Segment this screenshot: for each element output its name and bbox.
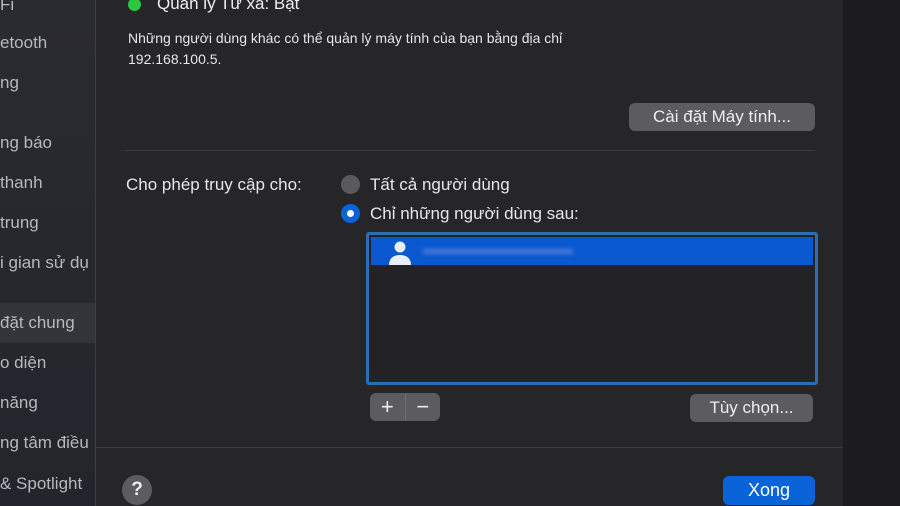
sidebar-item[interactable]: ng báo bbox=[0, 123, 95, 163]
sidebar-item[interactable]: i gian sử dụ bbox=[0, 243, 95, 283]
add-remove-group: + − bbox=[370, 393, 440, 421]
user-name-blurred bbox=[423, 249, 573, 254]
help-button[interactable]: ? bbox=[122, 475, 152, 505]
sidebar-item[interactable]: & Spotlight bbox=[0, 464, 95, 504]
computer-settings-button[interactable]: Cài đặt Máy tính... bbox=[629, 103, 815, 131]
description-line-2: 192.168.100.5. bbox=[128, 51, 222, 67]
sidebar-item[interactable]: etooth bbox=[0, 23, 95, 63]
user-list[interactable] bbox=[366, 232, 818, 385]
sidebar-item[interactable]: đặt chung bbox=[0, 303, 95, 343]
sidebar-item[interactable]: ng bbox=[0, 63, 95, 103]
sidebar-item[interactable]: trung bbox=[0, 203, 95, 243]
footer-divider bbox=[96, 447, 843, 448]
sidebar-item[interactable]: Fi bbox=[0, 0, 95, 25]
radio-all-users-label[interactable]: Tất cả người dùng bbox=[370, 175, 510, 195]
radio-all-users[interactable] bbox=[341, 175, 360, 194]
status-description: Những người dùng khác có thể quản lý máy… bbox=[128, 28, 562, 70]
done-button[interactable]: Xong bbox=[723, 476, 815, 505]
radio-only-these-users[interactable] bbox=[341, 204, 360, 223]
sidebar-item[interactable]: thanh bbox=[0, 163, 95, 203]
sidebar: Fi etooth ng ng báo thanh trung i gian sử dụ đ… bbox=[0, 0, 95, 506]
sidebar-item[interactable]: o diện bbox=[0, 343, 95, 383]
user-icon bbox=[389, 241, 411, 265]
user-list-row-selected[interactable] bbox=[371, 237, 813, 265]
remove-user-button[interactable]: − bbox=[406, 394, 441, 420]
add-user-button[interactable]: + bbox=[370, 394, 406, 420]
options-button[interactable]: Tùy chọn... bbox=[690, 394, 813, 422]
access-label: Cho phép truy cập cho: bbox=[126, 175, 302, 194]
radio-only-these-users-label[interactable]: Chỉ những người dùng sau: bbox=[370, 204, 579, 224]
status-title: Quản lý Từ xa: Bật bbox=[157, 0, 300, 13]
sidebar-item[interactable]: ng tâm điều bbox=[0, 423, 95, 463]
radio-dot bbox=[347, 210, 354, 217]
section-divider bbox=[125, 150, 815, 151]
description-line-1: Những người dùng khác có thể quản lý máy… bbox=[128, 30, 563, 46]
sidebar-item[interactable]: năng bbox=[0, 383, 95, 423]
background bbox=[843, 0, 900, 506]
